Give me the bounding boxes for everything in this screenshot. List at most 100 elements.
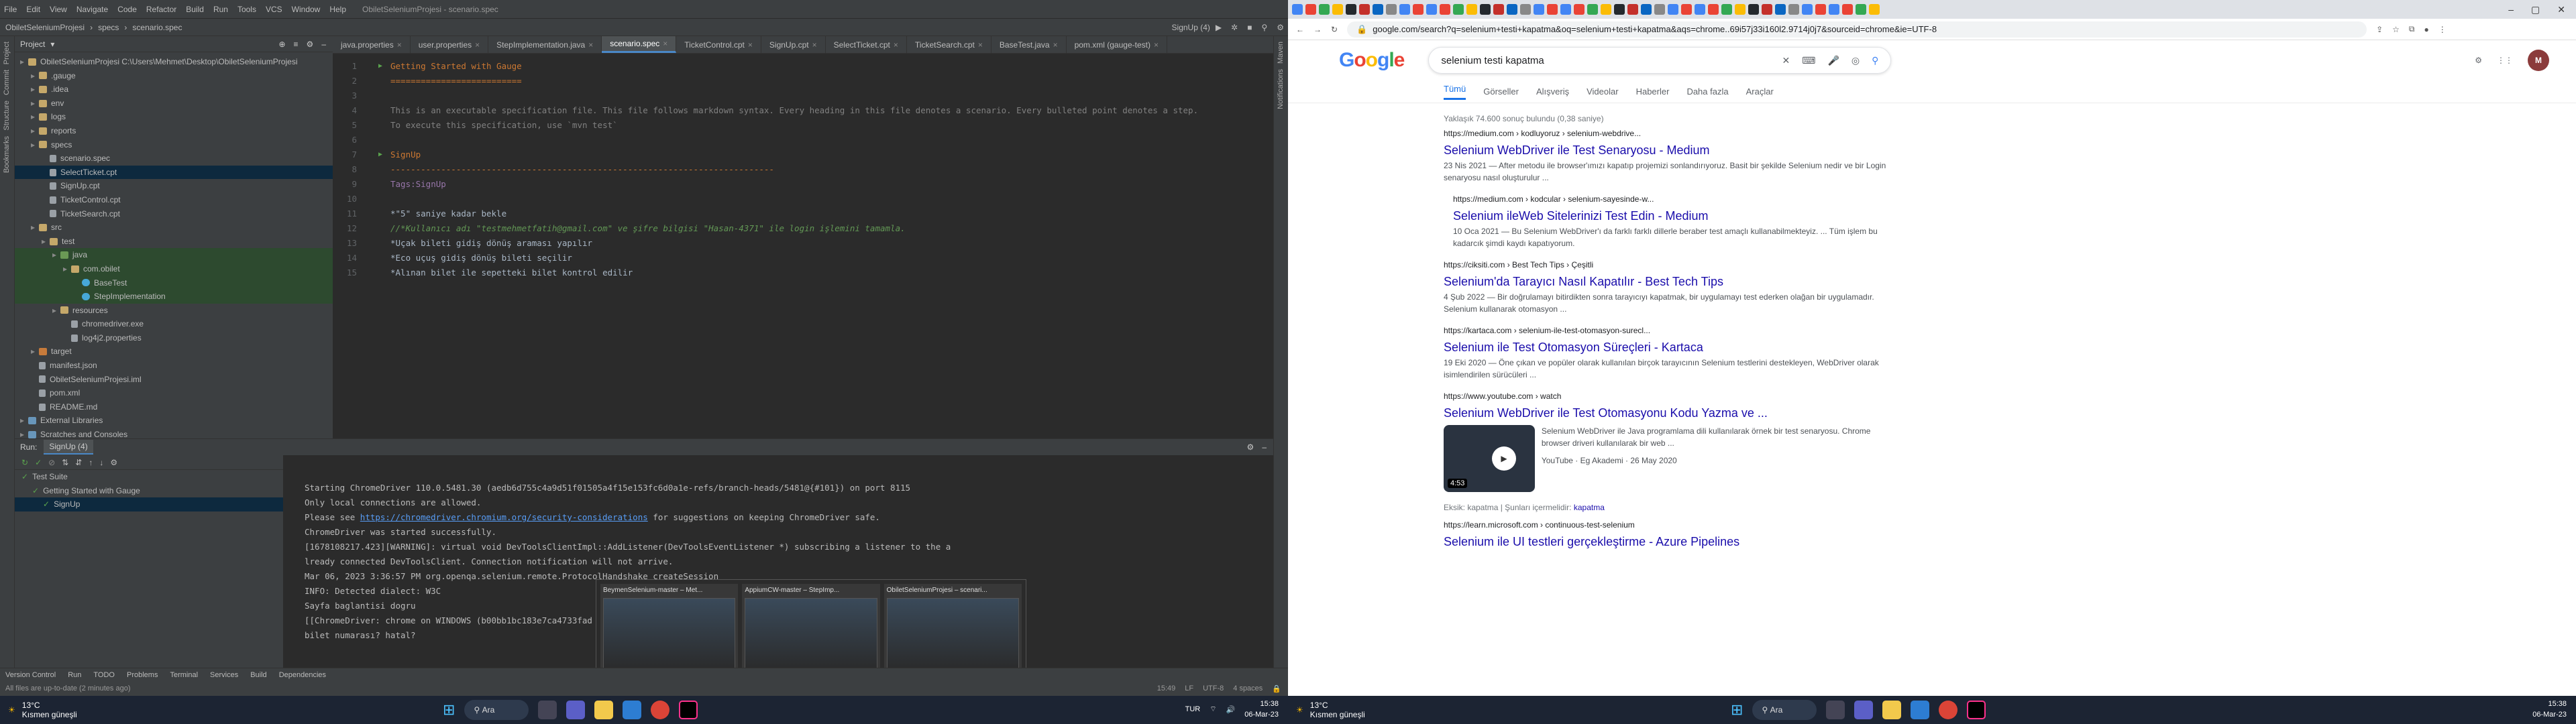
menu-item[interactable]: Refactor (146, 5, 176, 14)
tab-favicon[interactable] (1735, 4, 1746, 15)
tab-favicon[interactable] (1641, 4, 1652, 15)
task-view-icon[interactable] (1826, 701, 1845, 719)
editor-tab[interactable]: java.properties × (333, 36, 411, 53)
editor-tab[interactable]: TicketSearch.cpt × (907, 36, 991, 53)
menu-icon[interactable]: ⋮ (2438, 25, 2447, 34)
tab-favicon[interactable] (1614, 4, 1625, 15)
run-tree-item[interactable]: ✓ SignUp (15, 497, 283, 511)
tree-item[interactable]: ▸ reports (15, 124, 333, 138)
tab-favicon[interactable] (1856, 4, 1866, 15)
close-icon[interactable]: × (812, 40, 817, 50)
run-gutter-icon[interactable]: ▶ (370, 147, 390, 162)
maven-tool-tab[interactable]: Maven (1277, 42, 1285, 64)
tab-favicon[interactable] (1319, 4, 1330, 15)
tab-favicon[interactable] (1466, 4, 1477, 15)
share-icon[interactable]: ⇪ (2376, 25, 2383, 34)
editor-tab[interactable]: user.properties × (411, 36, 489, 53)
close-icon[interactable]: × (748, 40, 753, 50)
close-icon[interactable]: ✕ (1782, 55, 1790, 66)
windows-start-icon[interactable]: ⊞ (443, 701, 455, 719)
windows-start-icon[interactable]: ⊞ (1731, 701, 1743, 719)
avatar[interactable]: M (2528, 50, 2549, 71)
chat-icon[interactable] (566, 701, 586, 719)
console-link[interactable]: https://chromedriver.chromium.org/securi… (360, 512, 648, 522)
indent-setting[interactable]: 4 spaces (1233, 684, 1263, 693)
tab-favicon[interactable] (1695, 4, 1705, 15)
store-icon[interactable] (623, 701, 642, 719)
camera-icon[interactable]: ◎ (1851, 55, 1860, 66)
play-icon[interactable]: ▶ (1492, 446, 1516, 471)
result-title[interactable]: Selenium WebDriver ile Test Otomasyonu K… (1444, 404, 1892, 422)
result-url[interactable]: https://www.youtube.com › watch (1444, 391, 1892, 404)
bottom-tool-tab[interactable]: Terminal (170, 671, 198, 679)
clock[interactable]: 15:38 06-Mar-23 (2532, 699, 2567, 720)
chevron-icon[interactable]: ▸ (31, 97, 39, 111)
tree-item[interactable]: BaseTest (15, 276, 333, 290)
close-icon[interactable]: ✕ (2557, 4, 2565, 15)
stop-icon[interactable]: ■ (1247, 23, 1252, 32)
run-tree-item[interactable]: ✓ Test Suite (15, 470, 283, 484)
tree-item[interactable]: TicketControl.cpt (15, 193, 333, 207)
search-box[interactable]: selenium testi kapatma ✕ ⌨ 🎤 ◎ ⚲ (1428, 47, 1892, 74)
close-icon[interactable]: × (1053, 40, 1058, 50)
search-tab[interactable]: Tümü (1444, 84, 1466, 100)
tree-item[interactable]: chromedriver.exe (15, 317, 333, 331)
tree-item[interactable]: scenario.spec (15, 152, 333, 166)
chevron-icon[interactable]: ▸ (31, 138, 39, 152)
run-icon[interactable]: ▶ (1216, 23, 1222, 32)
window-preview[interactable]: ObiletSeleniumProjesi – scenari... (883, 584, 1022, 675)
tree-item[interactable]: README.md (15, 400, 333, 414)
menu-item[interactable]: Tools (237, 5, 256, 14)
store-icon[interactable] (1911, 701, 1930, 719)
chevron-icon[interactable]: ▸ (31, 82, 39, 97)
tab-favicon[interactable] (1292, 4, 1303, 15)
editor-tab[interactable]: SignUp.cpt × (761, 36, 826, 53)
tab-favicon[interactable] (1815, 4, 1826, 15)
search-icon[interactable]: ⚲ (1872, 55, 1878, 66)
tab-favicon[interactable] (1708, 4, 1719, 15)
tab-favicon[interactable] (1520, 4, 1531, 15)
cursor-position[interactable]: 15:49 (1157, 684, 1176, 693)
bottom-tool-tab[interactable]: TODO (93, 671, 115, 679)
locate-icon[interactable]: ⊕ (278, 40, 285, 49)
gear-icon[interactable]: ⚙ (307, 40, 314, 49)
result-title[interactable]: Selenium ile UI testleri gerçekleştirme … (1444, 532, 1892, 551)
tab-favicon[interactable] (1627, 4, 1638, 15)
intellij-icon[interactable] (1967, 701, 1986, 719)
tab-favicon[interactable] (1802, 4, 1813, 15)
editor-tab[interactable]: TicketControl.cpt × (676, 36, 761, 53)
window-preview[interactable]: BeymenSelenium-master – Met... (600, 584, 739, 675)
weather-icon[interactable]: ☀ (1296, 705, 1303, 715)
menu-item[interactable]: Run (213, 5, 228, 14)
down-icon[interactable]: ↓ (99, 458, 103, 467)
gear-icon[interactable]: ⚙ (110, 458, 117, 467)
bottom-tool-tab[interactable]: Version Control (5, 671, 56, 679)
result-url[interactable]: https://kartaca.com › selenium-ile-test-… (1444, 326, 1892, 338)
weather-icon[interactable]: ☀ (8, 705, 15, 715)
tree-item[interactable]: pom.xml (15, 386, 333, 400)
commit-tool-tab[interactable]: Commit (3, 70, 11, 95)
bottom-tool-tab[interactable]: Services (210, 671, 238, 679)
tree-item[interactable]: ▸ External Libraries (15, 414, 333, 428)
taskbar-search[interactable]: ⚲ Ara (1752, 700, 1817, 720)
extensions-icon[interactable]: ⧉ (2409, 24, 2415, 34)
structure-tool-tab[interactable]: Structure (3, 101, 11, 131)
result-url[interactable]: https://learn.microsoft.com › continuous… (1444, 520, 1892, 532)
tab-favicon[interactable] (1587, 4, 1598, 15)
video-thumbnail[interactable]: ▶ 4:53 (1444, 425, 1535, 492)
expand-icon[interactable]: ⇵ (75, 458, 82, 467)
result-url[interactable]: https://medium.com › kodluyoruz › seleni… (1444, 129, 1892, 141)
bookmarks-tool-tab[interactable]: Bookmarks (3, 136, 11, 173)
tab-favicon[interactable] (1305, 4, 1316, 15)
chrome-icon[interactable] (651, 701, 670, 719)
search-tab[interactable]: Alışveriş (1536, 86, 1569, 97)
file-explorer-icon[interactable] (1882, 701, 1902, 719)
tree-item[interactable]: ▸ .idea (15, 82, 333, 97)
chevron-icon[interactable]: ▸ (20, 414, 28, 428)
tab-favicon[interactable] (1681, 4, 1692, 15)
search-tab[interactable]: Görseller (1483, 86, 1519, 97)
bottom-tool-tab[interactable]: Run (68, 671, 81, 679)
close-icon[interactable]: × (397, 40, 402, 50)
volume-icon[interactable]: 🔊 (1226, 705, 1236, 714)
maximize-icon[interactable]: ▢ (2531, 4, 2540, 15)
